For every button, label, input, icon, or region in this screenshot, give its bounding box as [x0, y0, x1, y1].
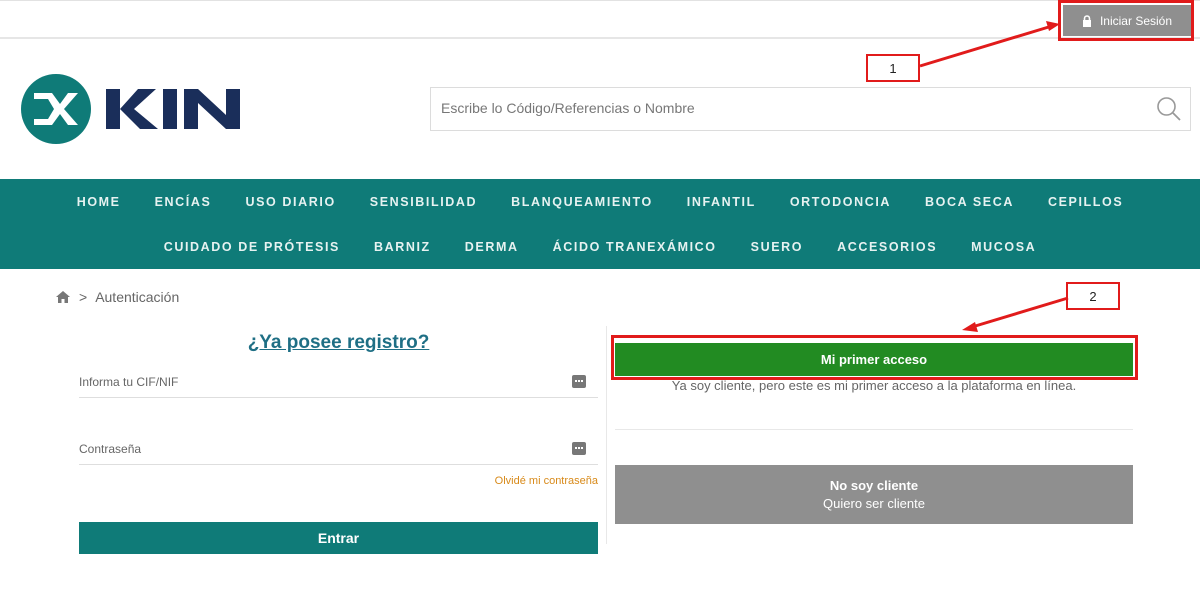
- not-client-line1: No soy cliente: [829, 477, 919, 493]
- password-dots-icon[interactable]: [572, 375, 586, 388]
- annotation-box-1: [1058, 0, 1194, 41]
- enter-button[interactable]: Entrar: [79, 522, 598, 554]
- breadcrumb: > Autenticación: [55, 289, 179, 305]
- forgot-password-link[interactable]: Olvidé mi contraseña: [495, 475, 598, 487]
- nav-item-mucosa[interactable]: MUCOSA: [954, 239, 1053, 255]
- password-dots-icon[interactable]: [572, 442, 586, 455]
- first-access-description: Ya soy cliente, pero este es mi primer a…: [671, 378, 1077, 393]
- cif-input[interactable]: [79, 368, 559, 396]
- nav-item-accesorios[interactable]: ACCESORIOS: [820, 239, 954, 255]
- nav-item-barniz[interactable]: BARNIZ: [357, 239, 448, 255]
- nav-item-derma[interactable]: DERMA: [448, 239, 536, 255]
- main-nav: HOME ENCÍAS USO DIARIO SENSIBILIDAD BLAN…: [0, 179, 1200, 269]
- nav-item-suero[interactable]: SUERO: [734, 239, 820, 255]
- not-client-line2: Quiero ser cliente: [823, 495, 925, 511]
- nav-item-acido-tranexamico[interactable]: ÁCIDO TRANEXÁMICO: [536, 239, 734, 255]
- nav-item-cuidado-protesis[interactable]: CUIDADO DE PRÓTESIS: [147, 239, 357, 255]
- section-divider: [615, 429, 1133, 430]
- nav-item-infantil[interactable]: INFANTIL: [670, 194, 773, 210]
- search-bar: [430, 87, 1191, 131]
- breadcrumb-current: Autenticación: [95, 289, 180, 305]
- nav-item-home[interactable]: HOME: [60, 194, 138, 210]
- nav-item-encias[interactable]: ENCÍAS: [138, 194, 229, 210]
- nav-item-sensibilidad[interactable]: SENSIBILIDAD: [353, 194, 494, 210]
- nav-item-cepillos[interactable]: CEPILLOS: [1031, 194, 1140, 210]
- annotation-label-1: 1: [866, 54, 920, 82]
- password-field: [79, 435, 598, 465]
- breadcrumb-separator: >: [79, 289, 88, 305]
- nav-row-2: CUIDADO DE PRÓTESIS BARNIZ DERMA ÁCIDO T…: [0, 239, 1200, 255]
- login-title[interactable]: ¿Ya posee registro?: [79, 332, 598, 354]
- not-client-button[interactable]: No soy cliente Quiero ser cliente: [615, 465, 1133, 524]
- column-divider: [606, 326, 607, 544]
- password-input[interactable]: [79, 435, 559, 463]
- home-icon[interactable]: [55, 290, 71, 304]
- top-bar: Iniciar Sesión: [0, 0, 1200, 39]
- nav-row-1: HOME ENCÍAS USO DIARIO SENSIBILIDAD BLAN…: [0, 194, 1200, 210]
- nav-item-boca-seca[interactable]: BOCA SECA: [908, 194, 1031, 210]
- nav-item-uso-diario[interactable]: USO DIARIO: [228, 194, 352, 210]
- annotation-label-2: 2: [1066, 282, 1120, 310]
- nav-item-blanqueamiento[interactable]: BLANQUEAMIENTO: [494, 194, 670, 210]
- search-icon[interactable]: [1156, 96, 1182, 122]
- cif-field: [79, 368, 598, 398]
- search-input[interactable]: [441, 88, 1141, 128]
- kin-logo[interactable]: [20, 73, 242, 145]
- annotation-box-2: [611, 335, 1138, 380]
- header: [0, 39, 1200, 179]
- nav-item-ortodoncia[interactable]: ORTODONCIA: [773, 194, 908, 210]
